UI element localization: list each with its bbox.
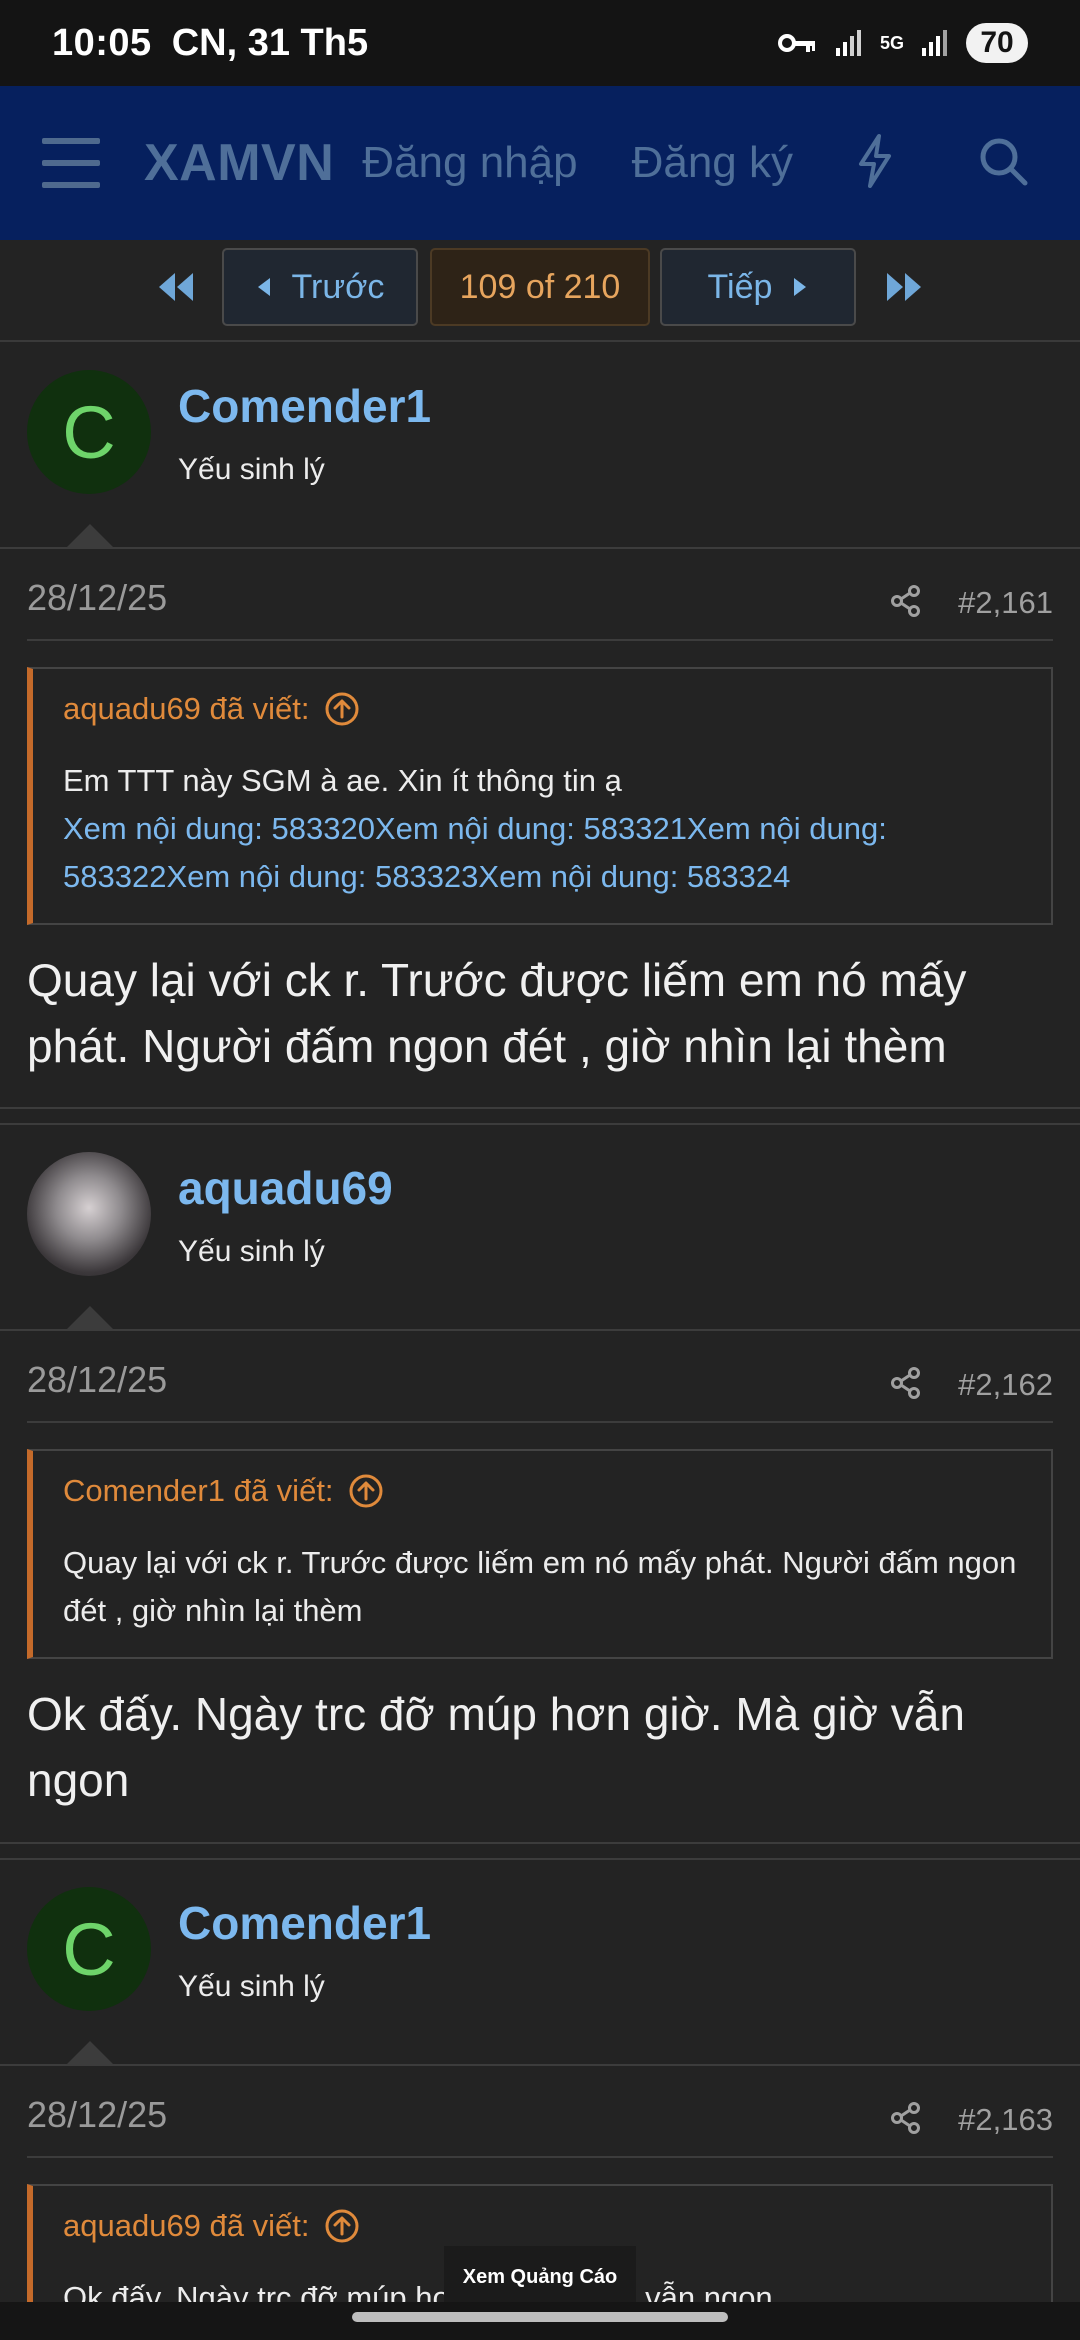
post-username[interactable]: aquadu69 [178,1161,393,1215]
divider [27,2156,1053,2158]
page-navigation: Trước 109 of 210 Tiếp [0,240,1080,342]
hidden-content-links[interactable]: Xem nội dung: 583320Xem nội dung: 583321… [63,805,1025,901]
view-ad-button[interactable]: Xem Quảng Cáo [444,2246,636,2308]
quote-block: aquadu69 đã viết: Em TTT này SGM à ae. X… [27,667,1053,925]
previous-page-button[interactable]: Trước [222,248,418,326]
battery-indicator: 70 [966,23,1028,63]
post-author-block: aquadu69 Yếu sinh lý [0,1125,1080,1331]
post-date[interactable]: 28/12/25 [27,577,167,619]
first-page-button[interactable] [152,248,202,326]
register-link[interactable]: Đăng ký [632,138,793,188]
site-logo[interactable]: XAMVN [144,133,334,193]
search-icon[interactable] [977,135,1029,192]
share-icon[interactable] [891,2102,921,2139]
avatar[interactable]: C [27,370,151,494]
post-meta: 28/12/25 #2,162 [0,1329,1080,1423]
quote-header[interactable]: aquadu69 đã viết: [63,691,1025,727]
login-link[interactable]: Đăng nhập [362,138,577,188]
post-author-block: C Comender1 Yếu sinh lý [0,343,1080,549]
user-title: Yếu sinh lý [178,1235,325,1268]
hamburger-menu-icon[interactable] [42,138,100,188]
signal-icon [834,23,864,63]
post-number-link[interactable]: #2,163 [958,2102,1053,2138]
current-page-indicator[interactable]: 109 of 210 [430,248,650,326]
divider [27,639,1053,641]
user-title: Yếu sinh lý [178,1970,325,2003]
pointer-arrow [67,524,113,547]
double-chevron-left-icon [159,273,193,301]
pointer-arrow [67,2041,113,2064]
arrow-up-circle-icon[interactable] [324,2208,360,2244]
post-message: Ok đấy. Ngày trc đỡ múp hơn giờ. Mà giờ … [27,1688,965,1806]
post-meta: 28/12/25 #2,163 [0,2064,1080,2158]
avatar[interactable] [27,1152,151,1276]
quote-author[interactable]: aquadu69 đã viết: [63,691,310,727]
signal-icon-2 [920,23,950,63]
post-item: aquadu69 Yếu sinh lý 28/12/25 #2,162 Com… [0,1125,1080,1813]
divider [27,1421,1053,1423]
last-page-button[interactable] [878,248,928,326]
top-navigation: XAMVN Đăng nhập Đăng ký [0,86,1080,240]
network-type-label: 5G [879,33,904,53]
post-username[interactable]: Comender1 [178,1896,431,1950]
status-time: 10:05 [52,21,152,64]
home-indicator[interactable] [352,2312,728,2322]
quote-text: Quay lại với ck r. Trước được liếm em nó… [63,1545,1017,1628]
post-meta: 28/12/25 #2,161 [0,547,1080,641]
pointer-arrow [67,1306,113,1329]
status-date: CN, 31 Th5 [171,21,369,64]
quote-header[interactable]: Comender1 đã viết: [63,1473,1025,1509]
quote-header[interactable]: aquadu69 đã viết: [63,2208,1025,2244]
status-bar: 10:05 CN, 31 Th5 5G 70 [0,0,1080,86]
previous-page-label: Trước [291,267,385,306]
double-chevron-right-icon [887,273,921,301]
next-page-button[interactable]: Tiếp [660,248,856,326]
quote-content: Quay lại với ck r. Trước được liếm em nó… [63,1539,1025,1635]
quote-block: Comender1 đã viết: Quay lại với ck r. Tr… [27,1449,1053,1659]
post-message: Quay lại với ck r. Trước được liếm em nó… [27,954,967,1072]
5g-data-icon: 5G [880,23,904,63]
arrow-up-circle-icon[interactable] [348,1473,384,1509]
quote-author[interactable]: Comender1 đã viết: [63,1473,334,1509]
avatar[interactable]: C [27,1887,151,2011]
lightning-icon[interactable] [855,133,895,194]
quote-content: Em TTT này SGM à ae. Xin ít thông tin ạ … [63,757,1025,901]
post-separator [0,1107,1080,1125]
post-number-link[interactable]: #2,162 [958,1367,1053,1403]
post-date[interactable]: 28/12/25 [27,1359,167,1401]
quote-author[interactable]: aquadu69 đã viết: [63,2208,310,2244]
status-icons: 5G 70 [777,23,1028,63]
vpn-key-icon [777,23,818,63]
user-title: Yếu sinh lý [178,453,325,486]
caret-right-icon [794,278,807,296]
post-username[interactable]: Comender1 [178,379,431,433]
post-separator [0,1842,1080,1860]
next-page-label: Tiếp [707,267,773,306]
post-number-link[interactable]: #2,161 [958,585,1053,621]
post-item: C Comender1 Yếu sinh lý 28/12/25 #2,161 … [0,343,1080,1079]
post-author-block: C Comender1 Yếu sinh lý [0,1860,1080,2066]
share-icon[interactable] [891,1367,921,1404]
post-date[interactable]: 28/12/25 [27,2094,167,2136]
caret-left-icon [257,278,270,296]
arrow-up-circle-icon[interactable] [324,691,360,727]
quote-text: Em TTT này SGM à ae. Xin ít thông tin ạ [63,763,622,798]
share-icon[interactable] [891,585,921,622]
